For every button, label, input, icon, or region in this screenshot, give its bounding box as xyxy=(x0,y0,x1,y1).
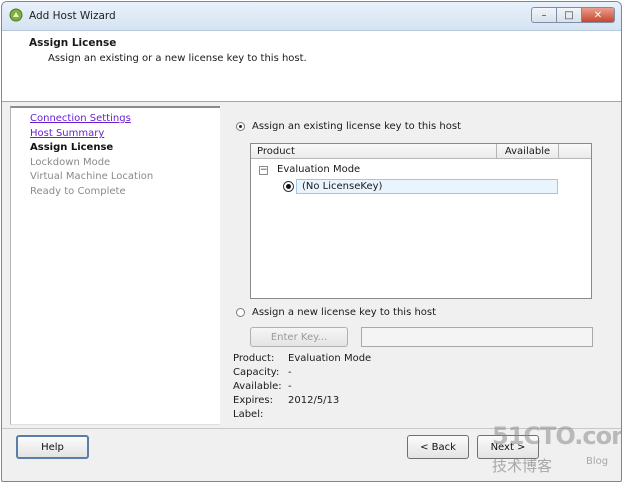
detail-label-label: Label: xyxy=(233,409,264,420)
step-assign-license: Assign License xyxy=(30,142,114,153)
vsphere-app-icon xyxy=(9,8,23,22)
detail-label-expires: Expires: xyxy=(233,395,273,406)
license-key-row[interactable]: (No LicenseKey) xyxy=(296,179,558,194)
tree-node-evaluation-mode[interactable]: Evaluation Mode xyxy=(277,164,360,175)
enter-key-button[interactable]: Enter Key... xyxy=(250,327,348,347)
window-title: Add Host Wizard xyxy=(29,10,116,22)
existing-license-label[interactable]: Assign an existing license key to this h… xyxy=(252,121,461,132)
step-lockdown-mode: Lockdown Mode xyxy=(30,157,111,168)
column-header-filler xyxy=(559,144,591,159)
help-button[interactable]: Help xyxy=(16,435,89,459)
back-button[interactable]: < Back xyxy=(407,435,469,459)
detail-value-expires: 2012/5/13 xyxy=(288,395,340,406)
window-controls: – □ ✕ xyxy=(531,7,615,24)
collapse-expander-icon[interactable]: − xyxy=(259,166,268,175)
license-tree[interactable]: Product Available − Evaluation Mode (No … xyxy=(250,143,592,299)
page-subtitle: Assign an existing or a new license key … xyxy=(48,53,307,64)
next-button[interactable]: Next > xyxy=(477,435,539,459)
minimize-button[interactable]: – xyxy=(531,7,556,23)
watermark-blog: Blog xyxy=(586,456,609,467)
detail-value-product: Evaluation Mode xyxy=(288,353,372,364)
column-header-product[interactable]: Product xyxy=(251,144,497,159)
new-license-label[interactable]: Assign a new license key to this host xyxy=(252,307,436,318)
detail-label-capacity: Capacity: xyxy=(233,367,280,378)
detail-label-product: Product: xyxy=(233,353,275,364)
existing-license-radio[interactable] xyxy=(236,122,245,131)
footer-divider xyxy=(2,428,621,429)
wizard-window: Add Host Wizard – □ ✕ Assign License Ass… xyxy=(1,1,622,482)
new-license-radio[interactable] xyxy=(236,308,245,317)
detail-value-capacity: - xyxy=(288,367,292,378)
title-bar[interactable]: Add Host Wizard – □ ✕ xyxy=(2,2,621,31)
step-connection-settings[interactable]: Connection Settings xyxy=(30,113,131,124)
license-key-input[interactable] xyxy=(361,327,593,347)
license-key-radio-icon[interactable] xyxy=(283,181,294,192)
column-header-available[interactable]: Available xyxy=(497,144,559,159)
detail-label-available: Available: xyxy=(233,381,282,392)
step-ready-to-complete: Ready to Complete xyxy=(30,186,126,197)
maximize-button[interactable]: □ xyxy=(556,7,581,23)
step-virtual-machine-location: Virtual Machine Location xyxy=(30,171,154,182)
wizard-header: Assign License Assign an existing or a n… xyxy=(2,31,621,102)
wizard-steps-panel: Connection Settings Host Summary Assign … xyxy=(10,106,220,425)
close-button[interactable]: ✕ xyxy=(581,7,615,23)
detail-value-available: - xyxy=(288,381,292,392)
step-host-summary[interactable]: Host Summary xyxy=(30,128,104,139)
page-title: Assign License xyxy=(29,37,117,49)
